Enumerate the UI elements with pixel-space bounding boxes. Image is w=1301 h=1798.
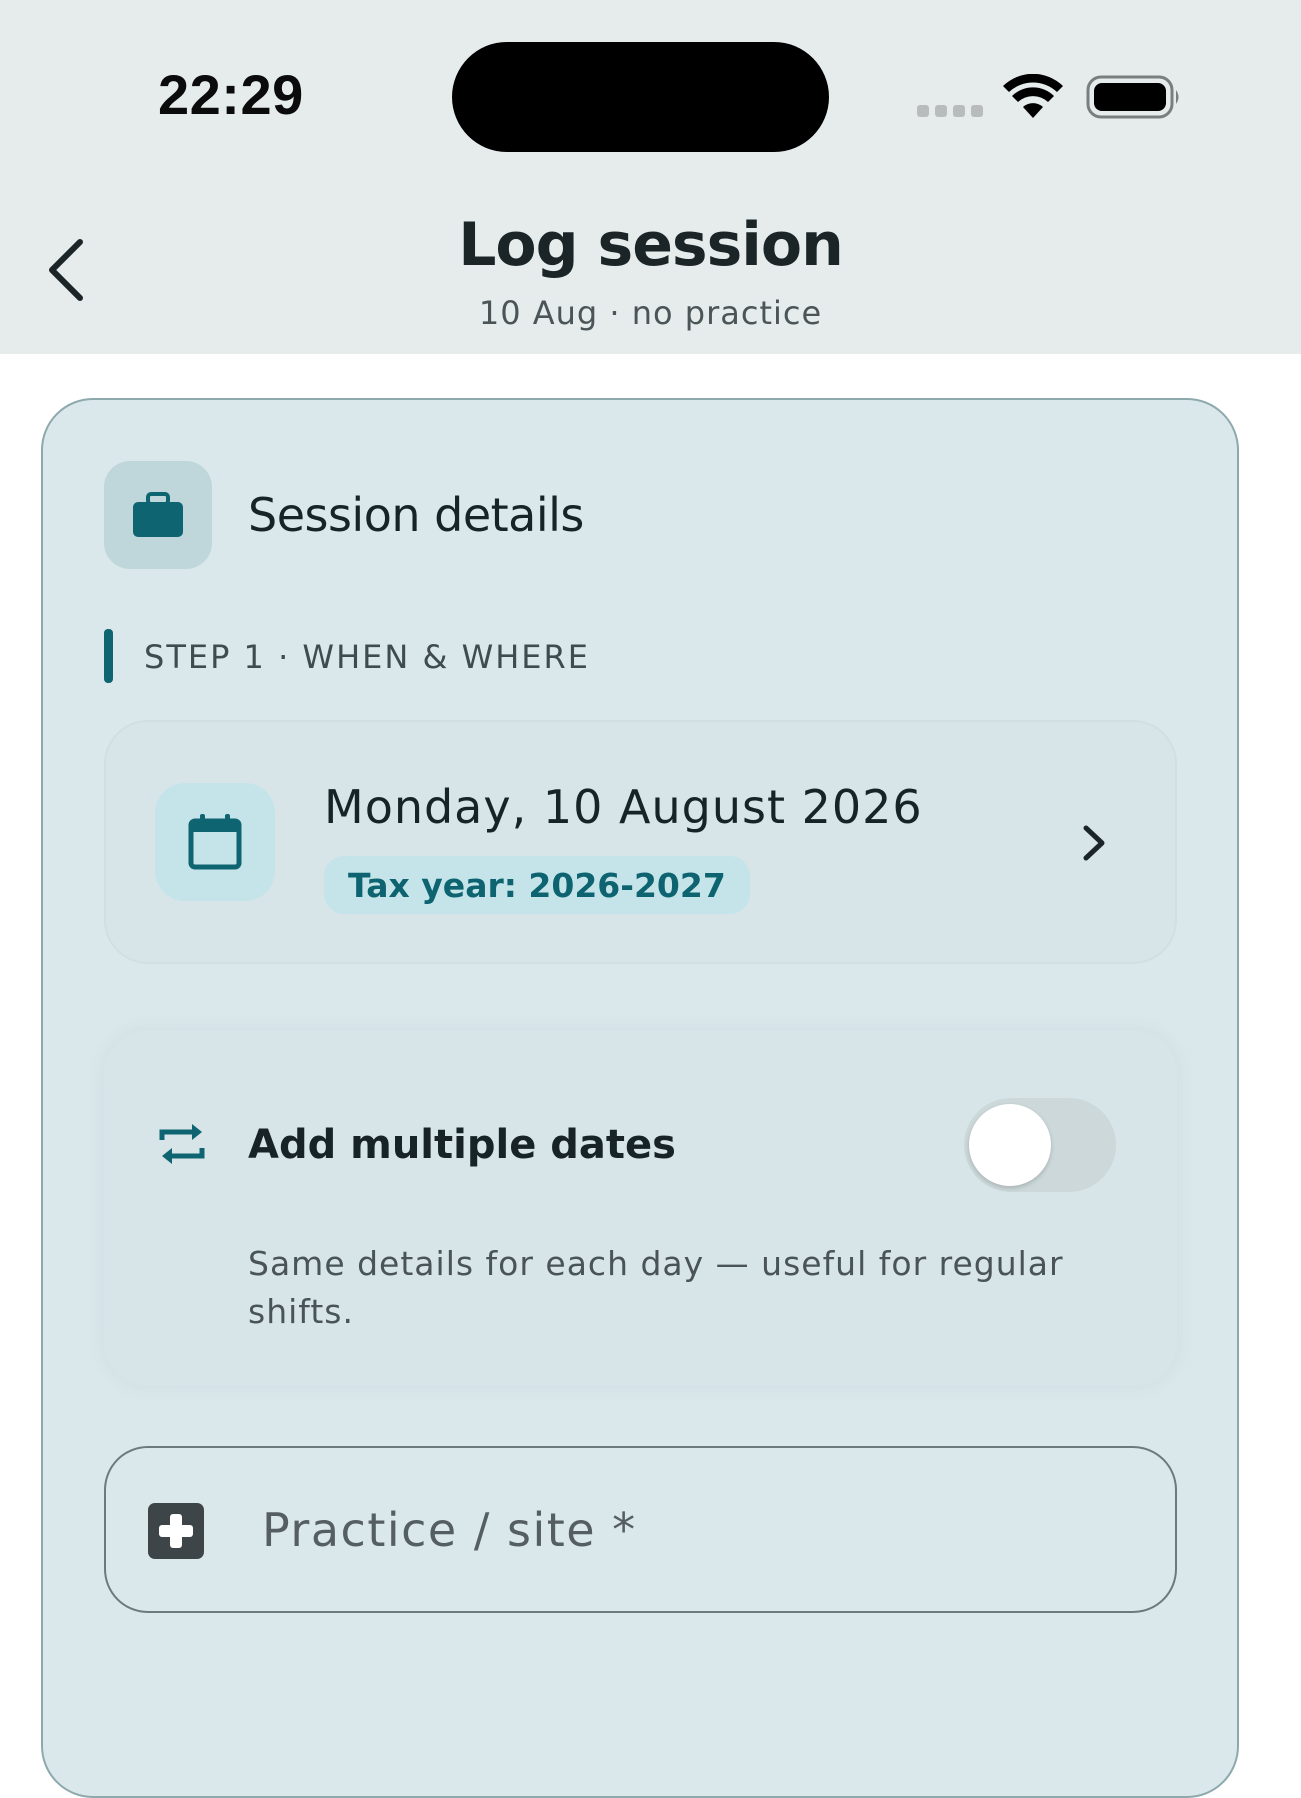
page-title: Log session (458, 210, 844, 280)
multiple-dates-toggle[interactable] (964, 1098, 1116, 1192)
repeat-icon (159, 1124, 205, 1164)
dynamic-island (452, 42, 829, 152)
chevron-right-icon (1083, 825, 1105, 861)
step-indicator-bar (104, 629, 113, 683)
battery-icon (1086, 75, 1179, 119)
multiple-dates-help: Same details for each day — useful for r… (248, 1244, 1064, 1331)
date-icon-badge (155, 783, 275, 901)
tax-year-badge: Tax year: 2026-2027 (324, 856, 750, 914)
section-title: Session details (248, 488, 584, 542)
practice-site-placeholder: Practice / site * (262, 1503, 637, 1557)
medical-plus-icon (148, 1503, 204, 1559)
multiple-dates-title: Add multiple dates (248, 1122, 676, 1168)
briefcase-icon (133, 492, 183, 537)
status-time: 22:29 (158, 63, 304, 126)
toggle-knob (969, 1104, 1051, 1186)
wifi-icon (1003, 74, 1063, 118)
page-subtitle: 10 Aug · no practice (478, 294, 823, 332)
step-label: STEP 1 · WHEN & WHERE (144, 638, 590, 676)
selected-date: Monday, 10 August 2026 (324, 780, 923, 834)
header-area: 22:29 Log session 10 Aug · no practice (0, 0, 1301, 354)
calendar-icon (188, 814, 242, 870)
section-icon-badge (104, 461, 212, 569)
cellular-signal-icon (917, 105, 983, 117)
